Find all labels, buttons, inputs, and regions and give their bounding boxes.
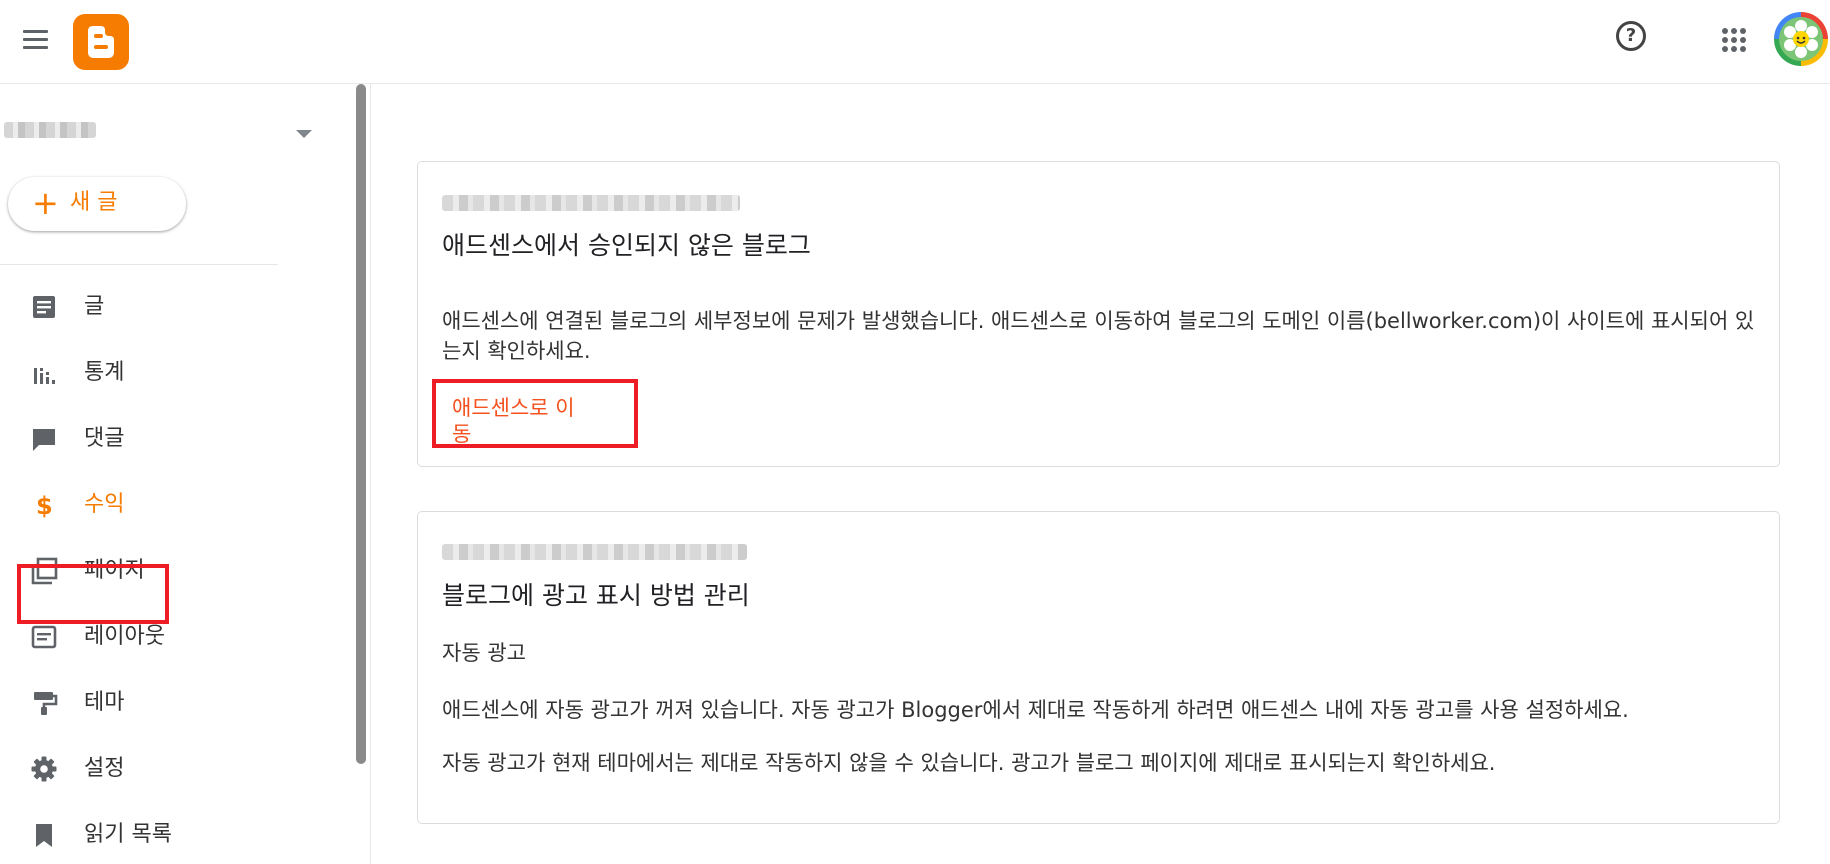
highlight-box	[17, 564, 169, 624]
divider	[370, 84, 371, 864]
sidebar-item-label: 레이아웃	[84, 624, 165, 649]
top-app-bar: ?	[0, 0, 1830, 84]
sidebar-scrollbar[interactable]	[356, 84, 366, 764]
settings-gear-icon	[31, 756, 57, 782]
plus-icon: +	[32, 184, 59, 222]
posts-icon	[33, 296, 55, 318]
apps-grid-icon[interactable]	[1722, 28, 1746, 52]
sidebar-item-theme[interactable]: 테마	[0, 676, 340, 730]
hamburger-menu-icon[interactable]	[20, 24, 52, 56]
theme-paint-roller-icon	[34, 692, 58, 715]
new-post-label: 새 글	[70, 190, 118, 215]
card-title: 블로그에 광고 표시 방법 관리	[442, 581, 750, 610]
sidebar-item-label: 통계	[84, 360, 125, 385]
stats-icon	[34, 368, 55, 384]
card-title: 애드센스에서 승인되지 않은 블로그	[442, 231, 811, 260]
comments-icon	[33, 429, 55, 451]
blog-selector[interactable]	[0, 110, 320, 160]
sidebar-item-stats[interactable]: 통계	[0, 346, 340, 400]
sidebar-item-comments[interactable]: 댓글	[0, 412, 340, 466]
sidebar-item-label: 글	[84, 294, 105, 319]
ad-display-card: 블로그에 광고 표시 방법 관리 자동 광고 애드센스에 자동 광고가 꺼져 있…	[417, 511, 1780, 824]
sidebar-item-reading-list[interactable]: 읽기 목록	[0, 808, 340, 862]
help-circle-icon[interactable]: ?	[1616, 21, 1646, 51]
svg-text:$: $	[36, 492, 53, 519]
sidebar-item-label: 테마	[84, 690, 125, 715]
layout-icon	[31, 625, 57, 649]
card-meta-blurred	[442, 195, 740, 211]
highlight-box	[432, 379, 638, 448]
card-body: 자동 광고가 현재 테마에서는 제대로 작동하지 않을 수 있습니다. 광고가 …	[442, 751, 1496, 775]
sidebar-item-label: 수익	[84, 492, 125, 517]
dollar-icon: $	[36, 492, 53, 519]
account-avatar[interactable]	[1774, 12, 1828, 66]
sidebar-item-earnings[interactable]: $ 수익	[0, 478, 340, 532]
card-meta-blurred	[442, 544, 747, 560]
sidebar-item-posts[interactable]: 글	[0, 280, 340, 334]
card-subtitle: 자동 광고	[442, 641, 526, 665]
sidebar: + 새 글 글 통계 댓글 $ 수익 페이지 레이아웃 테마 설정 읽기 목록	[0, 84, 356, 864]
divider	[0, 264, 278, 265]
sidebar-item-label: 설정	[84, 756, 125, 781]
blogger-logo-icon[interactable]	[73, 14, 129, 70]
bookmark-icon	[36, 824, 52, 847]
sidebar-item-label: 댓글	[84, 426, 125, 451]
sidebar-item-settings[interactable]: 설정	[0, 742, 340, 796]
sidebar-item-label: 읽기 목록	[84, 822, 172, 847]
chevron-down-icon	[296, 130, 312, 138]
new-post-button[interactable]: + 새 글	[8, 177, 186, 231]
card-body: 애드센스에 자동 광고가 꺼져 있습니다. 자동 광고가 Blogger에서 제…	[442, 698, 1629, 722]
blog-name-blurred	[4, 122, 96, 138]
card-body: 애드센스에 연결된 블로그의 세부정보에 문제가 발생했습니다. 애드센스로 이…	[442, 309, 1755, 363]
